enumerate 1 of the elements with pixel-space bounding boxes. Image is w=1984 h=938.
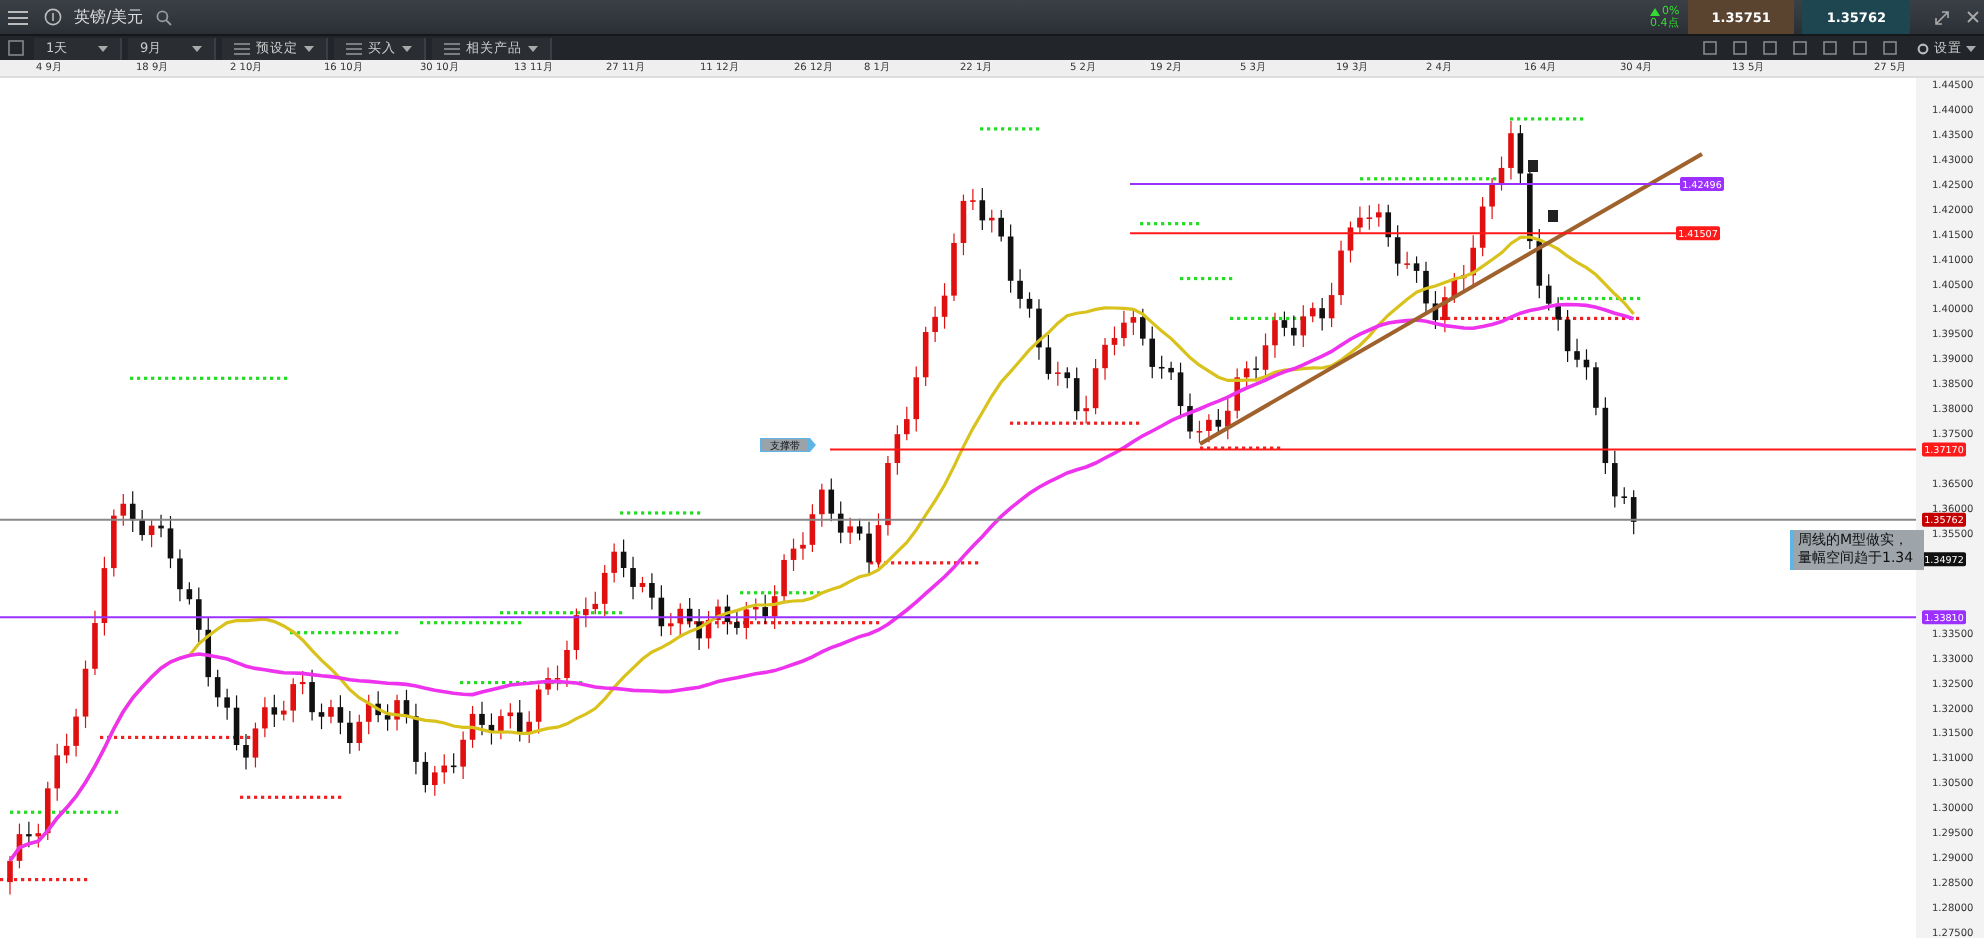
instrument-title: 英镑/美元 xyxy=(74,6,144,28)
